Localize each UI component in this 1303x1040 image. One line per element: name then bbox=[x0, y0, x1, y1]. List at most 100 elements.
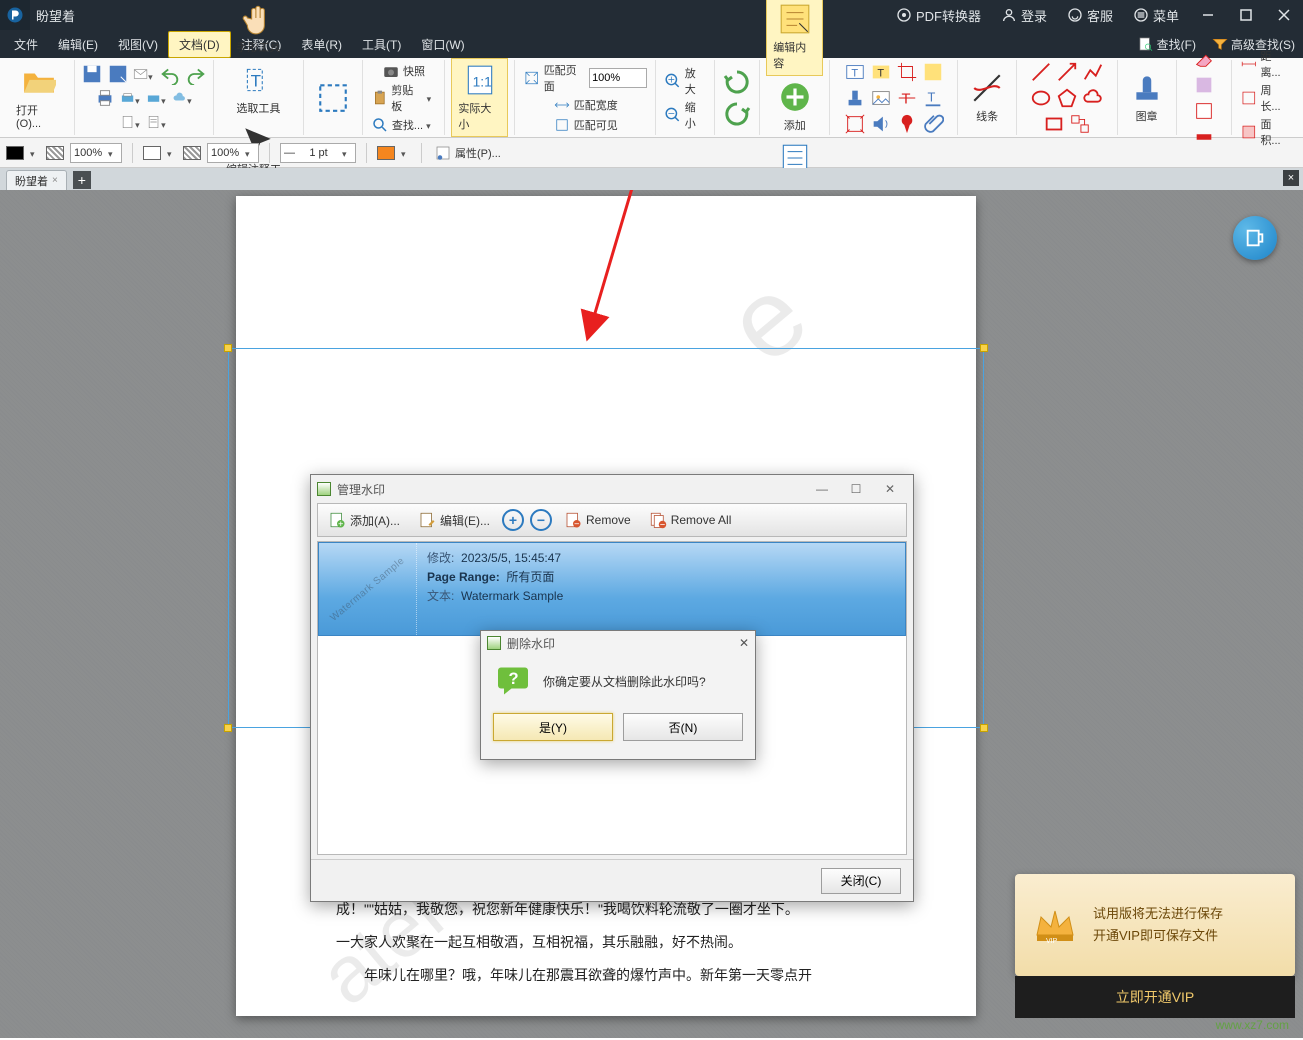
dialog-minimize-button[interactable]: — bbox=[805, 477, 839, 501]
crop-icon[interactable] bbox=[896, 61, 918, 83]
zoom-in-watermark-button[interactable]: + bbox=[502, 509, 524, 531]
pdf-converter-button[interactable]: PDF转换器 bbox=[886, 0, 991, 30]
hand-tool-button[interactable]: 手形工具 bbox=[230, 0, 286, 59]
window-minimize-button[interactable] bbox=[1189, 0, 1227, 30]
area-button[interactable]: 面积... bbox=[1238, 115, 1293, 149]
stroke-opacity-input[interactable]: 100% bbox=[207, 143, 259, 163]
add-button[interactable]: 添加 bbox=[772, 76, 818, 137]
audio-icon[interactable] bbox=[870, 113, 892, 135]
tab-close-icon[interactable]: × bbox=[52, 175, 58, 186]
text-box-icon[interactable]: T bbox=[844, 61, 866, 83]
ellipse-icon[interactable] bbox=[1030, 87, 1052, 109]
image-icon[interactable] bbox=[870, 87, 892, 109]
print-icon[interactable] bbox=[94, 87, 116, 109]
eraser-icon[interactable] bbox=[1193, 48, 1215, 70]
distance-button[interactable]: 距离... bbox=[1238, 47, 1293, 81]
marquee-tool-button[interactable] bbox=[310, 77, 356, 119]
new-tab-button[interactable]: + bbox=[73, 171, 91, 189]
menu-button[interactable]: 菜单 bbox=[1123, 0, 1189, 30]
vip-cta-button[interactable]: 立即开通VIP bbox=[1015, 976, 1295, 1018]
scan2-icon[interactable] bbox=[146, 87, 168, 109]
confirm-yes-button[interactable]: 是(Y) bbox=[493, 713, 613, 741]
stroke-weight-input[interactable]: —1 pt bbox=[280, 143, 356, 163]
dialog-close-button[interactable]: ✕ bbox=[873, 477, 907, 501]
mail-icon[interactable] bbox=[133, 63, 155, 85]
window-maximize-button[interactable] bbox=[1227, 0, 1265, 30]
strike-icon[interactable]: T bbox=[896, 87, 918, 109]
attach-icon[interactable] bbox=[922, 113, 944, 135]
snapshot-button[interactable]: 快照 bbox=[380, 61, 427, 81]
whiteout-icon[interactable] bbox=[1193, 100, 1215, 122]
resize-handle[interactable] bbox=[224, 344, 232, 352]
stamp-tool-icon[interactable] bbox=[844, 87, 866, 109]
save-as-icon[interactable] bbox=[107, 63, 129, 85]
perimeter-button[interactable]: 周长... bbox=[1238, 81, 1293, 115]
polyline-icon[interactable] bbox=[1082, 61, 1104, 83]
watermark-item[interactable]: Watermark Sample 修改: 2023/5/5, 15:45:47 … bbox=[318, 542, 906, 636]
zoom-out-button[interactable]: 缩小 bbox=[662, 98, 708, 132]
stroke-pattern-swatch[interactable] bbox=[183, 146, 201, 160]
menu-view[interactable]: 视图(V) bbox=[108, 32, 168, 57]
rotate-right-icon[interactable] bbox=[721, 98, 753, 130]
add-watermark-button[interactable]: 添加(A)... bbox=[322, 508, 406, 532]
rect-icon[interactable] bbox=[1043, 113, 1065, 135]
remove-watermark-button[interactable]: Remove bbox=[558, 508, 637, 532]
save-icon[interactable] bbox=[81, 63, 103, 85]
menu-file[interactable]: 文件 bbox=[4, 32, 48, 57]
zoom-in-button[interactable]: 放大 bbox=[662, 64, 708, 98]
bounds-icon[interactable] bbox=[844, 113, 866, 135]
confirm-no-button[interactable]: 否(N) bbox=[623, 713, 743, 741]
stamp-button[interactable]: 图章 bbox=[1124, 67, 1170, 128]
resize-handle[interactable] bbox=[980, 344, 988, 352]
fill-pattern-swatch[interactable] bbox=[46, 146, 64, 160]
zoom-out-watermark-button[interactable]: − bbox=[530, 509, 552, 531]
menu-form[interactable]: 表单(R) bbox=[291, 32, 352, 57]
open-button[interactable]: 打开(O)... bbox=[10, 61, 68, 134]
menu-edit[interactable]: 编辑(E) bbox=[48, 32, 108, 57]
support-button[interactable]: 客服 bbox=[1057, 0, 1123, 30]
pin-icon[interactable] bbox=[896, 113, 918, 135]
page2-icon[interactable] bbox=[146, 111, 168, 133]
watermark-close-button[interactable]: 关闭(C) bbox=[821, 868, 901, 894]
redo-icon[interactable] bbox=[185, 63, 207, 85]
confirm-close-icon[interactable]: ✕ bbox=[739, 636, 749, 650]
menu-tool[interactable]: 工具(T) bbox=[352, 32, 411, 57]
fit-visible-button[interactable]: 匹配可见 bbox=[551, 115, 620, 135]
window-close-button[interactable] bbox=[1265, 0, 1303, 30]
menu-document[interactable]: 文档(D) bbox=[168, 31, 231, 58]
document-canvas[interactable]: atermark S e 年味儿在哪里？哦，年味儿在一桌桌香喷喷的菜肴里。腊月底… bbox=[0, 190, 1303, 1038]
polygon-icon[interactable] bbox=[1056, 87, 1078, 109]
highlight-color-swatch[interactable] bbox=[377, 146, 395, 160]
underline-icon[interactable]: T bbox=[922, 87, 944, 109]
undo-icon[interactable] bbox=[159, 63, 181, 85]
fill-opacity-input[interactable]: 100% bbox=[70, 143, 122, 163]
fill-color-swatch[interactable] bbox=[6, 146, 24, 160]
page-icon[interactable] bbox=[120, 111, 142, 133]
redact-icon[interactable] bbox=[1193, 126, 1215, 148]
document-tab[interactable]: 盼望着× bbox=[6, 170, 67, 190]
edit-content-button[interactable]: 编辑内容 bbox=[766, 0, 823, 76]
rotate-left-icon[interactable] bbox=[721, 66, 753, 98]
login-button[interactable]: 登录 bbox=[991, 0, 1057, 30]
lines-button[interactable]: 线条 bbox=[964, 67, 1010, 128]
highlight-icon[interactable]: T bbox=[870, 61, 892, 83]
scan-icon[interactable] bbox=[120, 87, 142, 109]
cloud-icon[interactable] bbox=[172, 87, 194, 109]
remove-all-watermark-button[interactable]: Remove All bbox=[643, 508, 738, 532]
line-icon[interactable] bbox=[1030, 61, 1052, 83]
resize-handle[interactable] bbox=[224, 724, 232, 732]
menu-window[interactable]: 窗口(W) bbox=[411, 32, 474, 57]
sidebar-toggle-button[interactable] bbox=[1233, 216, 1277, 260]
blur-icon[interactable] bbox=[1193, 74, 1215, 96]
tabbar-close-icon[interactable]: × bbox=[1283, 170, 1299, 186]
connected-icon[interactable] bbox=[1069, 113, 1091, 135]
fit-page-button[interactable]: 匹配页面 bbox=[521, 61, 649, 95]
edit-watermark-button[interactable]: 编辑(E)... bbox=[412, 508, 496, 532]
highlighter-icon[interactable] bbox=[922, 61, 944, 83]
properties-button[interactable]: 属性(P)... bbox=[432, 143, 503, 163]
resize-handle[interactable] bbox=[980, 724, 988, 732]
clipboard-button[interactable]: 剪贴板 bbox=[369, 81, 439, 115]
actual-size-button[interactable]: 1:1实际大小 bbox=[451, 58, 508, 137]
dialog-maximize-button[interactable]: ☐ bbox=[839, 477, 873, 501]
find-button[interactable]: 查找... bbox=[369, 115, 438, 135]
